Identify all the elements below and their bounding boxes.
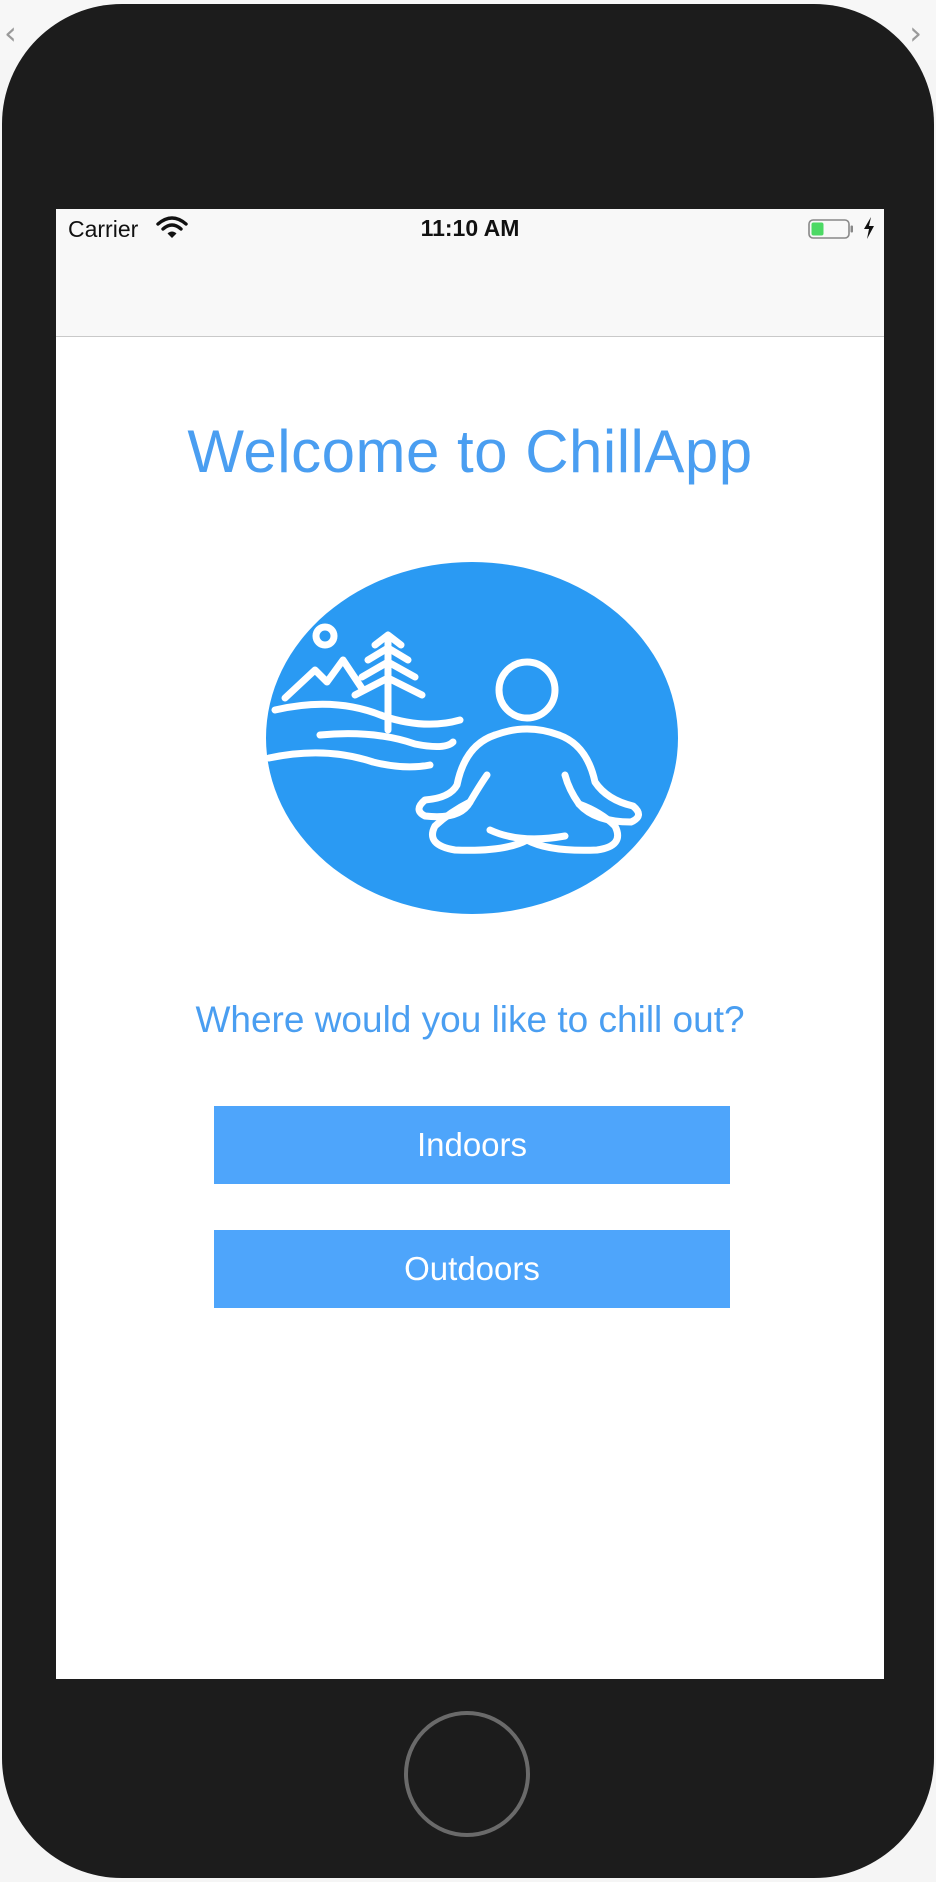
- simulator-window: ‹ › Carrier 11:10 AM Welcome to ChillApp…: [0, 0, 936, 1882]
- navigation-bar: [56, 249, 884, 337]
- chill-location-question: Where would you like to chill out?: [195, 999, 745, 1040]
- iphone-device-frame: Carrier 11:10 AM Welcome to ChillApp Whe…: [2, 4, 934, 1878]
- battery-charging-icon: [808, 219, 853, 239]
- meditation-nature-logo: [265, 562, 678, 914]
- status-time: 11:10 AM: [420, 215, 520, 241]
- welcome-title: Welcome to ChillApp: [187, 418, 753, 485]
- charging-bolt-icon: [864, 217, 874, 239]
- chevron-left-icon[interactable]: ‹: [4, 14, 17, 52]
- outdoors-button[interactable]: Outdoors: [214, 1230, 730, 1308]
- chevron-right-icon[interactable]: ›: [909, 14, 922, 52]
- indoors-button[interactable]: Indoors: [214, 1106, 730, 1184]
- app-screen: Carrier 11:10 AM Welcome to ChillApp Whe…: [56, 209, 884, 1679]
- home-button[interactable]: [404, 1711, 530, 1837]
- status-bar: Carrier 11:10 AM: [56, 209, 884, 249]
